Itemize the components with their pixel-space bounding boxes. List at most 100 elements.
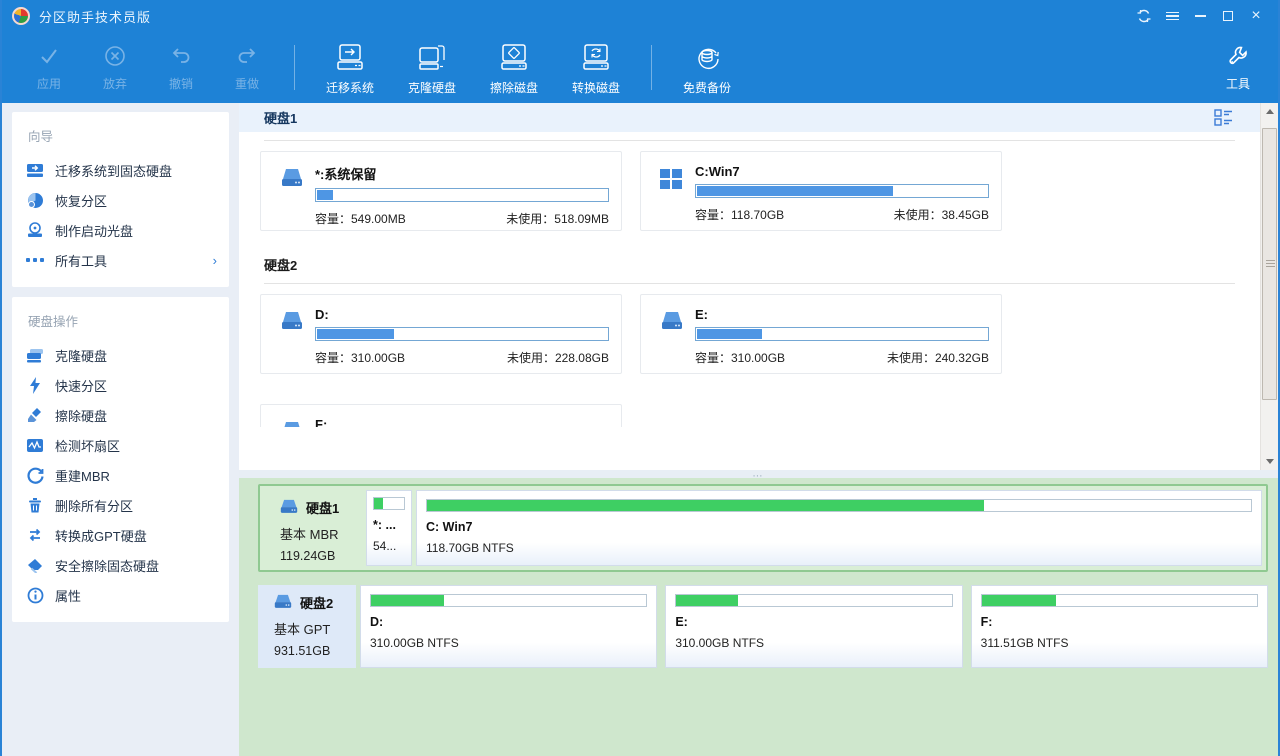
disk1-row[interactable]: 硬盘1 基本 MBR 119.24GB *: ... 54... C: Win7… [258,484,1268,572]
secure-erase-icon [26,556,44,574]
view-toggle-icon[interactable] [1214,109,1234,127]
sidebar-item-recover-partition[interactable]: 恢复分区 [26,185,217,215]
disk1-group-header: 硬盘1 [239,103,1260,132]
disk-operations-section-title: 硬盘操作 [28,311,217,330]
sidebar-section-wizards: 向导 迁移系统到固态硬盘 恢复分区 制作启动光盘 所有工具 › [12,112,229,287]
partition-card-d[interactable]: D: 容量：310.00GB 未使用：228.08GB [260,294,622,374]
undo-button[interactable]: 撤销 [148,32,214,103]
usage-bar [315,327,609,341]
convert-disk-label: 转换磁盘 [572,79,620,96]
partition-card-f-partial[interactable]: F: [260,404,622,427]
sidebar-item-properties[interactable]: 属性 [26,580,217,610]
panel-splitter[interactable]: ⋯ [239,470,1278,478]
partition-size: 118.70GB NTFS [426,541,1252,555]
apply-button[interactable]: 应用 [16,32,82,103]
redo-label: 重做 [235,75,259,92]
sidebar-item-rebuild-mbr[interactable]: 重建MBR [26,460,217,490]
sidebar-item-migrate-ssd[interactable]: 迁移系统到固态硬盘 [26,155,217,185]
redo-button[interactable]: 重做 [214,32,280,103]
disk1-group-title: 硬盘1 [264,108,297,127]
tools-button[interactable]: 工具 [1208,32,1268,103]
disk1-partition-system-reserved[interactable]: *: ... 54... [366,490,412,566]
maximize-button[interactable] [1214,4,1242,28]
chevron-right-icon: › [213,253,217,268]
close-button[interactable]: × [1242,4,1270,28]
menu-icon[interactable] [1158,4,1186,28]
migrate-ssd-icon [26,161,44,179]
disk-icon [279,417,315,427]
disk-icon [279,307,315,363]
disk2-group-title: 硬盘2 [264,255,1260,274]
free-backup-button[interactable]: 免费备份 [666,32,748,103]
usage-bar-fill [676,595,738,606]
convert-disk-button[interactable]: 转换磁盘 [555,32,637,103]
sidebar-item-clone-disk[interactable]: 克隆硬盘 [26,340,217,370]
vertical-scrollbar[interactable] [1260,103,1278,470]
disk1-partition-c[interactable]: C: Win7 118.70GB NTFS [416,490,1262,566]
discard-button[interactable]: 放弃 [82,32,148,103]
sidebar-item-bad-sector[interactable]: 检测坏扇区 [26,430,217,460]
capacity-text: 容量：549.00MB [315,210,406,227]
usage-bar [695,327,989,341]
window-title: 分区助手技术员版 [39,7,151,26]
minimize-button[interactable] [1186,4,1214,28]
unused-text: 未使用：228.08GB [507,349,609,366]
partition-card-c-win7[interactable]: C:Win7 容量：118.70GB 未使用：38.45GB [640,151,1002,231]
disk2-partition-d[interactable]: D: 310.00GB NTFS [360,585,657,668]
disk1-label[interactable]: 硬盘1 基本 MBR 119.24GB [264,490,362,566]
wipe-disk-button[interactable]: 擦除磁盘 [473,32,555,103]
sidebar-item-all-tools[interactable]: 所有工具 › [26,245,217,275]
clone-disk-label: 克隆硬盘 [408,79,456,96]
disk2-partition-f[interactable]: F: 311.51GB NTFS [971,585,1268,668]
partition-card-e[interactable]: E: 容量：310.00GB 未使用：240.32GB [640,294,1002,374]
partition-size: 310.00GB NTFS [370,636,647,650]
disk-size: 931.51GB [274,644,350,658]
quick-partition-icon [26,376,44,394]
partition-card-system-reserved[interactable]: *:系统保留 容量：549.00MB 未使用：518.09MB [260,151,622,231]
migrate-os-button[interactable]: 迁移系统 [309,32,391,103]
sidebar-section-disk-operations: 硬盘操作 克隆硬盘 快速分区 擦除硬盘 检测坏扇区 [12,297,229,622]
refresh-icon[interactable] [1130,4,1158,28]
partition-size: 54... [373,539,405,553]
toolbar-separator-2 [651,45,652,90]
recover-partition-icon [26,191,44,209]
partition-title: F: [315,417,609,427]
capacity-text: 容量：118.70GB [695,206,784,223]
clone-disk-icon [26,346,44,364]
sidebar-item-label: 擦除硬盘 [55,406,107,425]
sidebar-item-label: 重建MBR [55,466,110,485]
sidebar-item-label: 制作启动光盘 [55,221,133,240]
partition-title: *:系统保留 [315,164,609,183]
sidebar-item-secure-erase[interactable]: 安全擦除固态硬盘 [26,550,217,580]
clone-disk-button[interactable]: 克隆硬盘 [391,32,473,103]
sidebar-item-delete-partitions[interactable]: 删除所有分区 [26,490,217,520]
usage-bar-fill [982,595,1056,606]
bad-sector-icon [26,436,44,454]
sidebar-item-boot-cd[interactable]: 制作启动光盘 [26,215,217,245]
sidebar-item-quick-partition[interactable]: 快速分区 [26,370,217,400]
sidebar-item-label: 检测坏扇区 [55,436,120,455]
disk-name: 硬盘1 [306,498,339,517]
scroll-up-arrow[interactable] [1261,103,1278,120]
undo-label: 撤销 [169,75,193,92]
disk-name: 硬盘2 [300,593,333,612]
sidebar-item-label: 所有工具 [55,251,107,270]
scroll-down-arrow[interactable] [1266,459,1274,464]
sidebar-item-wipe-disk[interactable]: 擦除硬盘 [26,400,217,430]
disk-icon [272,594,294,612]
disk2-label[interactable]: 硬盘2 基本 GPT 931.51GB [258,585,356,668]
partition-title: E: [695,307,989,322]
disk2-row[interactable]: 硬盘2 基本 GPT 931.51GB D: 310.00GB NTFS E: … [258,585,1268,668]
usage-bar-fill [427,500,984,511]
splitter-grip-icon: ⋯ [753,471,765,482]
windows-icon [659,164,695,220]
rebuild-mbr-icon [26,466,44,484]
disk2-partition-e[interactable]: E: 310.00GB NTFS [665,585,962,668]
partition-title: D: [315,307,609,322]
scrollbar-thumb[interactable] [1262,128,1277,400]
sidebar-item-label: 安全擦除固态硬盘 [55,556,159,575]
capacity-text: 容量：310.00GB [695,349,785,366]
discard-label: 放弃 [103,75,127,92]
sidebar-item-convert-gpt[interactable]: 转换成GPT硬盘 [26,520,217,550]
sidebar-item-label: 删除所有分区 [55,496,133,515]
